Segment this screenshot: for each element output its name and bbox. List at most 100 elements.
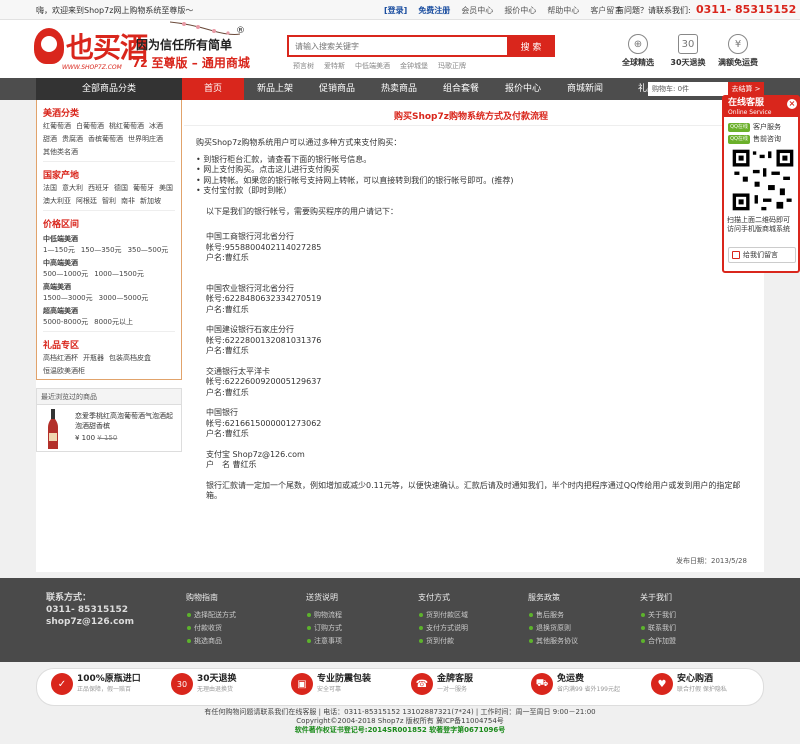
close-icon[interactable]: × <box>787 99 797 109</box>
heart-icon: ♥ <box>651 673 673 695</box>
footer-link[interactable]: 付款收货 <box>186 622 236 635</box>
footer-link[interactable]: 货到付款区域 <box>418 609 468 622</box>
hot-keyword[interactable]: 中低端美酒 <box>355 61 390 71</box>
nav-new-arrivals[interactable]: 新品上架 <box>244 78 306 100</box>
country-link[interactable]: 法国 <box>43 183 57 194</box>
bank-number: 帐号:9558800402114027285 <box>206 242 322 252</box>
wine-bottle-icon[interactable] <box>47 409 59 449</box>
country-link[interactable]: 智利 <box>102 196 116 207</box>
yen-icon: ¥ <box>728 34 748 54</box>
recent-product-name[interactable]: 恋爱季桃红高泡葡萄酒气泡酒起泡酒甜香槟 <box>75 411 179 431</box>
promise-shipping: ⛟ 免运费 省内满99 省外199元起 <box>531 673 620 695</box>
gift-link[interactable]: 高档红酒杯 <box>43 353 78 364</box>
footer-col-title: 支付方式 <box>418 593 450 602</box>
country-link[interactable]: 阿根廷 <box>76 196 97 207</box>
payment-method-online[interactable]: 网上支付购买。点击这儿进行支付购买 <box>196 165 752 176</box>
bank-holder: 户名:曹红乐 <box>206 387 249 397</box>
country-link[interactable]: 南非 <box>121 196 135 207</box>
footer-link[interactable]: 合作加盟 <box>640 635 676 648</box>
nav-promotions[interactable]: 促销商品 <box>306 78 368 100</box>
qq-customer-service[interactable]: QQ在线 客户服务 <box>724 120 798 132</box>
price-center-link[interactable]: 报价中心 <box>504 5 536 16</box>
price-range-link[interactable]: 1—150元 <box>43 245 75 256</box>
gift-link[interactable]: 开瓶器 <box>83 353 104 364</box>
country-link[interactable]: 新加坡 <box>140 196 161 207</box>
promise-desc: 一对一服务 <box>437 686 468 693</box>
logo-mascot-icon[interactable] <box>34 28 64 64</box>
footer-link[interactable]: 联系我们 <box>640 622 676 635</box>
hot-keyword[interactable]: 金钟城堡 <box>400 61 428 71</box>
footer-link[interactable]: 购物流程 <box>306 609 342 622</box>
price-range-link[interactable]: 3000—5000元 <box>99 293 149 304</box>
footer-link[interactable]: 支付方式说明 <box>418 622 468 635</box>
country-link[interactable]: 澳大利亚 <box>43 196 71 207</box>
nav-hot-sales[interactable]: 热卖商品 <box>368 78 430 100</box>
nav-bundles[interactable]: 组合套餐 <box>430 78 492 100</box>
footer-col-delivery: 送货说明 购物流程 订购方式 注意事项 <box>306 592 342 648</box>
category-link[interactable]: 香槟葡萄酒 <box>88 134 123 145</box>
price-range-list: 5000-8000元 8000元以上 <box>37 316 181 328</box>
price-range-link[interactable]: 1000—1500元 <box>94 269 144 280</box>
price-range-link[interactable]: 350—500元 <box>128 245 169 256</box>
category-link[interactable]: 世界明庄酒 <box>128 134 163 145</box>
leave-message-button[interactable]: 给我们留言 <box>728 247 796 263</box>
qq-label: 售前咨询 <box>753 135 781 143</box>
category-link[interactable]: 冰酒 <box>149 121 163 132</box>
footer-link[interactable]: 其他服务协议 <box>528 635 578 648</box>
hot-keyword[interactable]: 爱特斯 <box>324 61 345 71</box>
member-center-link[interactable]: 会员中心 <box>461 5 493 16</box>
qq-presales[interactable]: QQ在线 售前咨询 <box>724 132 798 144</box>
footer-link[interactable]: 注意事项 <box>306 635 342 648</box>
login-link[interactable]: [登录] <box>384 5 407 16</box>
footer-link[interactable]: 选择配送方式 <box>186 609 236 622</box>
registered-mark: ® <box>236 26 245 36</box>
category-link[interactable]: 白葡萄酒 <box>76 121 104 132</box>
cart-button[interactable]: 购物车: 0件 <box>648 82 728 96</box>
search-button[interactable]: 搜 索 <box>507 35 555 57</box>
promise-package: ▣ 专业防震包装 安全可靠 <box>291 673 371 695</box>
footer-link[interactable]: 订购方式 <box>306 622 342 635</box>
category-link[interactable]: 红葡萄酒 <box>43 121 71 132</box>
price-range-link[interactable]: 5000-8000元 <box>43 317 88 328</box>
payment-method: 到银行柜台汇款，请查看下面的银行帐号信息。 <box>196 155 752 166</box>
price-range-link[interactable]: 500—1000元 <box>43 269 88 280</box>
nav-price-center[interactable]: 报价中心 <box>492 78 554 100</box>
original-price: ¥ 150 <box>97 434 118 442</box>
country-link[interactable]: 西班牙 <box>88 183 109 194</box>
hot-keyword[interactable]: 玛歌正牌 <box>438 61 466 71</box>
price-range-link[interactable]: 1500—3000元 <box>43 293 93 304</box>
footer-link[interactable]: 退换货原则 <box>528 622 578 635</box>
payment-method: 支付宝付款（即时到帐） <box>196 186 752 197</box>
footer-link[interactable]: 售后服务 <box>528 609 578 622</box>
register-link[interactable]: 免费注册 <box>418 5 450 16</box>
nav-news[interactable]: 商城新闻 <box>554 78 616 100</box>
category-link[interactable]: 桃红葡萄酒 <box>109 121 144 132</box>
nav-home[interactable]: 首页 <box>182 78 244 100</box>
search-input[interactable] <box>287 35 507 57</box>
price-group-title: 高端美酒 <box>43 283 71 291</box>
gift-link[interactable]: 包装高档皮盒 <box>109 353 151 364</box>
price-range-link[interactable]: 150—350元 <box>81 245 122 256</box>
calendar-icon: 30 <box>678 34 698 54</box>
payment-note: 银行汇款请一定加一个尾数，例如增加或减少0.11元等，以便快速确认。汇款后请及时… <box>206 480 741 501</box>
footer-link[interactable]: 挑选商品 <box>186 635 236 648</box>
category-link[interactable]: 贵腐酒 <box>62 134 83 145</box>
checkout-button[interactable]: 去结算 > <box>728 82 764 96</box>
price-range-link[interactable]: 8000元以上 <box>94 317 133 328</box>
country-link[interactable]: 意大利 <box>62 183 83 194</box>
copyright-line: Copyright©2004-2018 Shop7z 版权所有 冀ICP备110… <box>296 717 504 725</box>
country-link[interactable]: 葡萄牙 <box>133 183 154 194</box>
country-link[interactable]: 美国 <box>159 183 173 194</box>
footer-link[interactable]: 货到付款 <box>418 635 468 648</box>
footer-link[interactable]: 关于我们 <box>640 609 676 622</box>
country-link[interactable]: 德国 <box>114 183 128 194</box>
promise-desc: 省内满99 省外199元起 <box>557 686 620 693</box>
footer: 联系方式： 0311- 85315152 shop7z@126.com 购物指南… <box>0 578 800 662</box>
help-center-link[interactable]: 帮助中心 <box>547 5 579 16</box>
category-link[interactable]: 甜酒 <box>43 134 57 145</box>
category-link[interactable]: 其他类名酒 <box>43 147 78 158</box>
bank-account: 中国建设银行石家庄分行 帐号:6222800132081031376 户名:曹红… <box>206 325 752 357</box>
hot-keyword[interactable]: 预言树 <box>293 61 314 71</box>
all-categories-button[interactable]: 全部商品分类 <box>36 78 182 100</box>
gift-link[interactable]: 恒温欧美酒柜 <box>43 366 85 377</box>
